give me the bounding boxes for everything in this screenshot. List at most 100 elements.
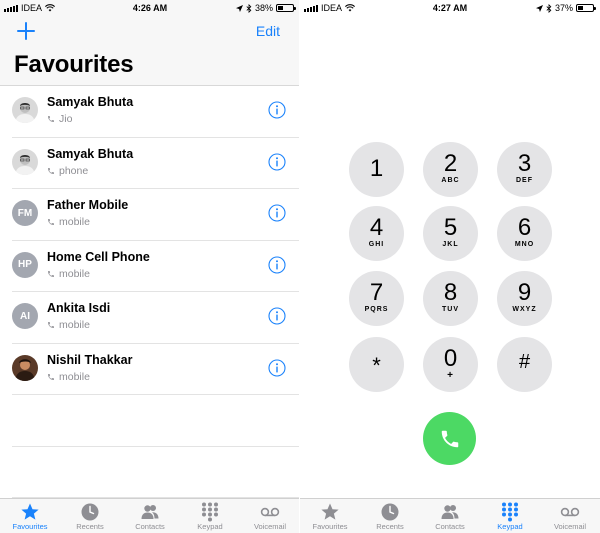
key-digit: 2	[443, 150, 458, 177]
contact-number-type: Jio	[47, 113, 72, 125]
tab-voicemail[interactable]: Voicemail	[540, 499, 600, 533]
tab-favourites[interactable]: Favourites	[300, 499, 360, 533]
tab-label: Voicemail	[553, 522, 587, 531]
avatar	[12, 97, 38, 123]
battery-icon	[276, 4, 296, 12]
key-digit: 3	[517, 150, 532, 177]
voicemail-icon	[260, 507, 280, 517]
key-1[interactable]: 1	[349, 142, 404, 197]
info-icon[interactable]	[268, 255, 286, 274]
contact-number-type: mobile	[47, 216, 90, 228]
tab-label: Favourites	[12, 522, 48, 531]
key-digit: 1	[369, 155, 384, 182]
call-button[interactable]	[423, 412, 476, 465]
key-digit: *	[372, 353, 381, 378]
tab-favourites[interactable]: Favourites	[0, 499, 60, 533]
phone-icon	[48, 373, 54, 380]
edit-button[interactable]: Edit	[256, 23, 280, 39]
contact-name: Home Cell Phone	[47, 249, 150, 264]
key-digit: 6	[517, 214, 532, 241]
key-digit: 8	[443, 279, 458, 306]
tab-contacts[interactable]: Contacts	[120, 499, 180, 533]
contacts-icon	[141, 505, 159, 519]
key-8[interactable]: 8 TUV	[423, 271, 478, 326]
key-2[interactable]: 2 ABC	[423, 142, 478, 197]
tab-label: Contacts	[435, 522, 465, 531]
contacts-icon	[441, 505, 459, 519]
empty-row-separator	[12, 446, 300, 447]
key-letters: TUV	[442, 306, 459, 313]
page-title: Favourites	[14, 51, 134, 78]
avatar: FM	[12, 200, 38, 226]
keypad-icon	[202, 502, 218, 522]
favourites-header: Edit Favourites	[0, 16, 300, 86]
contact-number-type: phone	[47, 165, 88, 177]
tab-keypad[interactable]: Keypad	[480, 499, 540, 533]
clock-icon	[81, 503, 99, 521]
keypad-icon	[502, 502, 518, 522]
star-icon	[321, 503, 339, 520]
battery-percent: 38%	[254, 3, 273, 13]
tab-label: Keypad	[497, 522, 523, 531]
favourite-row[interactable]: Samyak Bhuta Jio	[0, 86, 300, 138]
tab-contacts[interactable]: Contacts	[420, 499, 480, 533]
info-icon[interactable]	[268, 358, 286, 377]
row-separator	[12, 394, 300, 395]
clock-icon	[381, 503, 399, 521]
tab-recents[interactable]: Recents	[60, 499, 120, 533]
bluetooth-icon	[246, 3, 252, 13]
number-type-label: phone	[59, 164, 89, 177]
avatar: AI	[12, 303, 38, 329]
number-type-label: mobile	[59, 319, 90, 331]
location-icon	[235, 4, 243, 12]
key-digit: 4	[369, 214, 384, 241]
tab-voicemail[interactable]: Voicemail	[240, 499, 300, 533]
favourite-row[interactable]: AI Ankita Isdi mobile	[0, 292, 300, 344]
tab-keypad[interactable]: Keypad	[180, 499, 240, 533]
contact-name: Samyak Bhuta	[47, 146, 134, 161]
tab-bar: Favourites Recents Contacts Keypad Voicemail	[0, 498, 300, 533]
tab-recents[interactable]: Recents	[360, 499, 420, 533]
key-letters: +	[447, 370, 454, 381]
phone-icon	[48, 116, 54, 122]
favourite-row[interactable]: Samyak Bhuta phone	[0, 138, 300, 189]
key-letters: ABC	[441, 177, 460, 184]
key-hash[interactable]: #	[497, 337, 552, 392]
key-letters: MNO	[514, 241, 535, 248]
key-5[interactable]: 5 JKL	[423, 206, 478, 261]
favourites-list: Samyak Bhuta Jio Samyak Bhuta phone FM Father…	[0, 86, 300, 498]
contact-number-type: mobile	[47, 371, 90, 383]
status-bar: IDEA 4:26 AM 38%	[0, 0, 300, 16]
star-icon	[21, 503, 39, 520]
favourite-row[interactable]: Nishil Thakkar mobile	[0, 344, 300, 395]
key-star[interactable]: *	[349, 337, 404, 392]
tab-label: Contacts	[135, 522, 165, 531]
key-9[interactable]: 9 WXYZ	[497, 271, 552, 326]
tab-label: Recents	[376, 522, 404, 531]
avatar	[12, 148, 38, 175]
number-type-label: Jio	[59, 113, 73, 125]
key-digit: 7	[369, 279, 384, 306]
info-icon[interactable]	[268, 307, 286, 325]
key-3[interactable]: 3 DEF	[497, 142, 552, 197]
phone-icon	[48, 270, 54, 277]
key-digit: 5	[443, 214, 458, 241]
favourites-screen: IDEA 4:26 AM 38% Edit Favourites Samyak …	[0, 0, 300, 533]
info-icon[interactable]	[268, 204, 286, 222]
key-letters: WXYZ	[512, 306, 537, 313]
contact-number-type: mobile	[47, 268, 90, 280]
favourite-row[interactable]: HP Home Cell Phone mobile	[0, 241, 300, 292]
key-0[interactable]: 0 +	[423, 337, 478, 392]
key-digit: #	[518, 351, 531, 373]
favourite-row[interactable]: FM Father Mobile mobile	[0, 189, 300, 241]
info-icon[interactable]	[268, 152, 286, 171]
contact-name: Nishil Thakkar	[47, 352, 133, 367]
key-7[interactable]: 7 PQRS	[349, 271, 404, 326]
contact-name: Samyak Bhuta	[47, 95, 134, 109]
key-6[interactable]: 6 MNO	[497, 206, 552, 261]
key-4[interactable]: 4 GHI	[349, 206, 404, 261]
phone-icon	[48, 219, 54, 225]
add-favourite-button[interactable]	[14, 19, 38, 43]
info-icon[interactable]	[268, 101, 286, 119]
key-letters: DEF	[516, 177, 533, 184]
